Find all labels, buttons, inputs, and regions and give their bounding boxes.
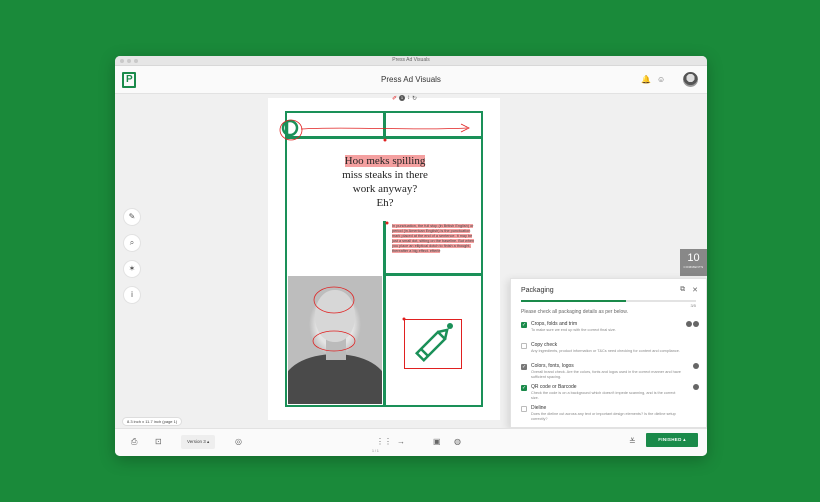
annotation-pin <box>385 221 389 225</box>
layers-icon[interactable]: ▣ <box>433 437 441 447</box>
annotation-pin <box>383 138 387 142</box>
ad-logo-mark <box>281 119 299 137</box>
packaging-panel: Packaging ⧉ ✕ 3/5 Please check all packa… <box>510 278 707 428</box>
checklist-item[interactable]: ✓ Crops, folds and trim To make sure we … <box>521 321 699 342</box>
print-icon[interactable]: ⎙ <box>131 437 137 447</box>
app-window: Press Ad Visuals P Press Ad Visuals 🔔 ☺ … <box>115 56 707 456</box>
page-indicator: 1 / 1 <box>372 449 379 453</box>
checkbox[interactable] <box>521 343 527 349</box>
assignee-avatars <box>686 321 699 327</box>
annotation-circle <box>312 330 356 352</box>
pencil-logo-icon <box>414 328 449 363</box>
finished-button[interactable]: FINISHED ▴ <box>646 433 698 447</box>
checkbox[interactable]: ✓ <box>521 322 527 328</box>
size-tooltip: 8.3 inch x 11.7 inch (page 1) <box>122 417 183 426</box>
comments-badge[interactable]: 10 COMMENTS <box>680 249 707 276</box>
progress-bar <box>521 300 696 302</box>
grid-icon[interactable]: ⋮⋮ <box>376 437 392 447</box>
assignee-avatars <box>693 384 699 390</box>
close-icon[interactable]: ✕ <box>692 286 698 294</box>
checklist-item[interactable]: ✓ Colors, fonts, logos Overall brand che… <box>521 363 699 384</box>
checkbox[interactable] <box>521 406 527 412</box>
checkbox[interactable]: ✓ <box>521 385 527 391</box>
compare-icon[interactable]: ◎ <box>235 437 242 447</box>
settings-sliders-icon[interactable]: ≚ <box>629 437 636 447</box>
panel-title: Packaging <box>521 287 554 294</box>
checklist-item[interactable]: Dieline Does the dieline cut across any … <box>521 405 699 426</box>
annotation-pin <box>447 323 453 329</box>
assignee-avatars <box>693 363 699 369</box>
annotation-circle <box>313 286 355 314</box>
checklist-item[interactable]: ✓ QR code or Barcode Check the code is o… <box>521 384 699 405</box>
checklist: ✓ Crops, folds and trim To make sure we … <box>521 321 699 426</box>
next-arrow-icon[interactable]: → <box>397 437 405 447</box>
annotation-pin <box>402 317 406 321</box>
checkbox[interactable]: ✓ <box>521 364 527 370</box>
present-icon[interactable]: ⊡ <box>155 437 162 447</box>
annotation-arrow <box>300 127 468 130</box>
external-link-icon[interactable]: ⧉ <box>680 286 685 294</box>
version-select[interactable]: Version 3 ▴ <box>181 435 216 449</box>
panel-description: Please check all packaging details as pe… <box>521 309 629 315</box>
checklist-item[interactable]: Copy check Any ingredients, product info… <box>521 342 699 363</box>
palette-icon[interactable]: ◍ <box>454 437 461 447</box>
progress-count: 3/5 <box>690 303 696 308</box>
bottom-toolbar: ⎙ ⊡ Version 3 ▴ ◎ ⋮⋮ 1 / 1 → ▣ ◍ ≚ FINIS… <box>115 428 707 456</box>
